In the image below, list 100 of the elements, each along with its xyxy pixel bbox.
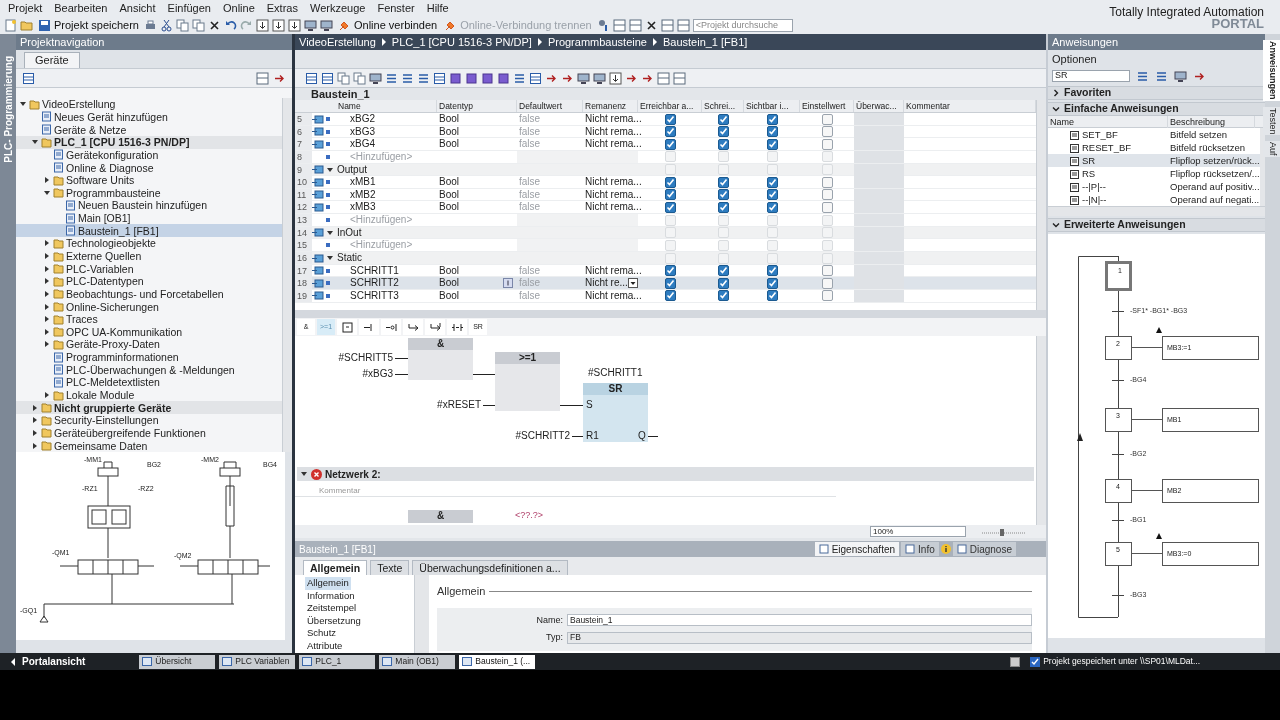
tree-item[interactable]: Programminformationen [16, 350, 282, 364]
table-row[interactable]: 15 <Hinzufügen> [295, 239, 1036, 253]
list-icon[interactable] [417, 71, 430, 85]
tree-item[interactable]: Traces [16, 312, 282, 326]
list-icon[interactable] [401, 71, 414, 85]
tree-item[interactable]: Software Units [16, 173, 282, 187]
checkbox[interactable] [664, 138, 676, 150]
window-icon[interactable] [657, 71, 670, 85]
list-item[interactable]: Übersetzung [305, 614, 363, 628]
checkbox[interactable] [766, 202, 778, 213]
block-icon[interactable] [449, 71, 462, 85]
taskbar-tab[interactable]: PLC_1 [299, 654, 376, 669]
scrollbar[interactable] [1048, 206, 1265, 216]
checkbox[interactable] [821, 290, 833, 302]
block-icon[interactable] [497, 71, 510, 85]
copy-icon[interactable] [337, 71, 350, 85]
list-item[interactable]: Attribute [305, 639, 345, 653]
tab[interactable]: Überwachungsdefinitionen a... [412, 560, 568, 575]
checkbox[interactable] [664, 126, 676, 138]
tree-item[interactable]: PLC-Überwachungen & -Meldungen [16, 363, 282, 377]
taskbar-tab[interactable]: Main (OB1) [379, 654, 456, 669]
checkbox[interactable] [766, 265, 778, 277]
checkbox[interactable] [821, 277, 833, 289]
checkbox[interactable] [717, 277, 729, 289]
list-icon[interactable] [1155, 69, 1168, 83]
tree-item[interactable]: Online-Sicherungen [16, 300, 282, 313]
tree-item[interactable]: PLC-Meldetextlisten [16, 376, 282, 389]
tree-item[interactable]: PLC-Variablen [16, 262, 282, 275]
tree-item[interactable]: Online & Diagnose [16, 161, 282, 174]
copy-icon[interactable] [176, 19, 189, 32]
delete-icon[interactable] [644, 19, 658, 32]
instruction-button[interactable] [381, 319, 402, 335]
download-icon[interactable] [256, 19, 269, 32]
taskbar-tab[interactable]: Baustein_1 (... [459, 654, 536, 669]
tab[interactable]: Allgemein [303, 560, 368, 575]
printer-icon[interactable] [144, 19, 157, 32]
scrollbar[interactable] [1036, 100, 1046, 310]
menu-item[interactable]: Extras [260, 0, 304, 17]
list-icon[interactable] [513, 71, 526, 85]
column-header[interactable]: Schrei... [702, 100, 744, 112]
tree-item[interactable]: Baustein_1 [FB1] [16, 224, 282, 238]
tree-item[interactable]: Geräte-Proxy-Daten [16, 338, 282, 351]
block-icon[interactable] [481, 71, 494, 85]
checkbox[interactable] [664, 113, 676, 125]
menu-item[interactable]: Hilfe [420, 0, 455, 17]
expanded-arrow-icon[interactable] [300, 470, 308, 478]
menu-item[interactable]: Ansicht [113, 0, 162, 17]
monitor-icon[interactable] [577, 71, 590, 85]
checkbox[interactable] [821, 202, 833, 213]
monitor-icon[interactable] [369, 71, 382, 85]
checkbox[interactable] [766, 126, 778, 138]
checkbox[interactable] [717, 265, 729, 277]
checkbox[interactable] [821, 113, 833, 125]
table-row[interactable]: 18 SCHRITT2 Bool false Nicht re... [295, 277, 1036, 290]
tree-item[interactable]: Geräteübergreifende Funktionen [16, 426, 282, 440]
menu-item[interactable]: Projekt [2, 0, 49, 17]
zoom-slider-icon[interactable] [982, 527, 1026, 536]
download-icon[interactable] [272, 19, 285, 32]
checkbox[interactable] [664, 189, 676, 201]
checkbox[interactable] [664, 202, 676, 213]
menu-item[interactable]: Fenster [371, 0, 421, 17]
checkbox[interactable] [766, 189, 778, 201]
window-icon[interactable] [256, 71, 269, 85]
checkbox[interactable] [821, 265, 833, 277]
taskbar-tab[interactable]: PLC Variablen [219, 654, 296, 669]
instruction-button[interactable] [425, 319, 446, 335]
or-block[interactable]: >=1 [495, 352, 560, 411]
scrollbar[interactable] [1036, 336, 1046, 525]
tab[interactable]: Texte [370, 560, 410, 575]
expanded-arrow-icon[interactable] [326, 165, 334, 174]
checkbox[interactable] [717, 113, 729, 125]
search-field[interactable]: <Projekt durchsuche [692, 19, 793, 32]
properties-tab[interactable]: Diagnose [952, 542, 1016, 556]
list-row[interactable]: SR Flipflop setzen/rück... [1048, 154, 1260, 167]
scissors-icon[interactable] [160, 19, 173, 32]
list-icon[interactable] [1136, 69, 1149, 83]
breadcrumb-item[interactable]: PLC_1 [CPU 1516-3 PN/DP] [391, 33, 532, 51]
column-header[interactable]: Überwac... [854, 100, 904, 112]
tree-item[interactable]: Neues Gerät hinzufügen [16, 110, 282, 124]
checkbox[interactable] [717, 138, 729, 150]
dropdown-caret-icon[interactable] [627, 278, 638, 289]
tree-item[interactable]: Externe Quellen [16, 249, 282, 263]
text-field[interactable]: Baustein_1 [567, 614, 1032, 627]
checkbox[interactable] [821, 138, 833, 150]
checkbox[interactable] [664, 176, 676, 188]
column-header[interactable]: Defaultwert [517, 100, 583, 112]
column-header[interactable]: Datentyp [437, 100, 517, 112]
tree-item[interactable]: Security-Einstellungen [16, 414, 282, 427]
section-header[interactable]: Favoriten [1048, 86, 1265, 100]
tree-item[interactable]: Gerätekonfiguration [16, 148, 282, 162]
list-button-icon[interactable] [503, 278, 513, 289]
table-row[interactable]: 13 <Hinzufügen> [295, 214, 1036, 227]
menu-item[interactable]: Bearbeiten [48, 0, 114, 17]
instruction-button[interactable] [359, 319, 380, 335]
column-header[interactable]: Sichtbar i... [744, 100, 800, 112]
download-icon[interactable] [609, 71, 622, 85]
checkbox[interactable] [717, 189, 729, 201]
column-header[interactable]: Erreichbar a... [638, 100, 702, 112]
and-block[interactable]: & [408, 338, 473, 380]
operand-placeholder[interactable]: <??.?> [515, 509, 544, 523]
